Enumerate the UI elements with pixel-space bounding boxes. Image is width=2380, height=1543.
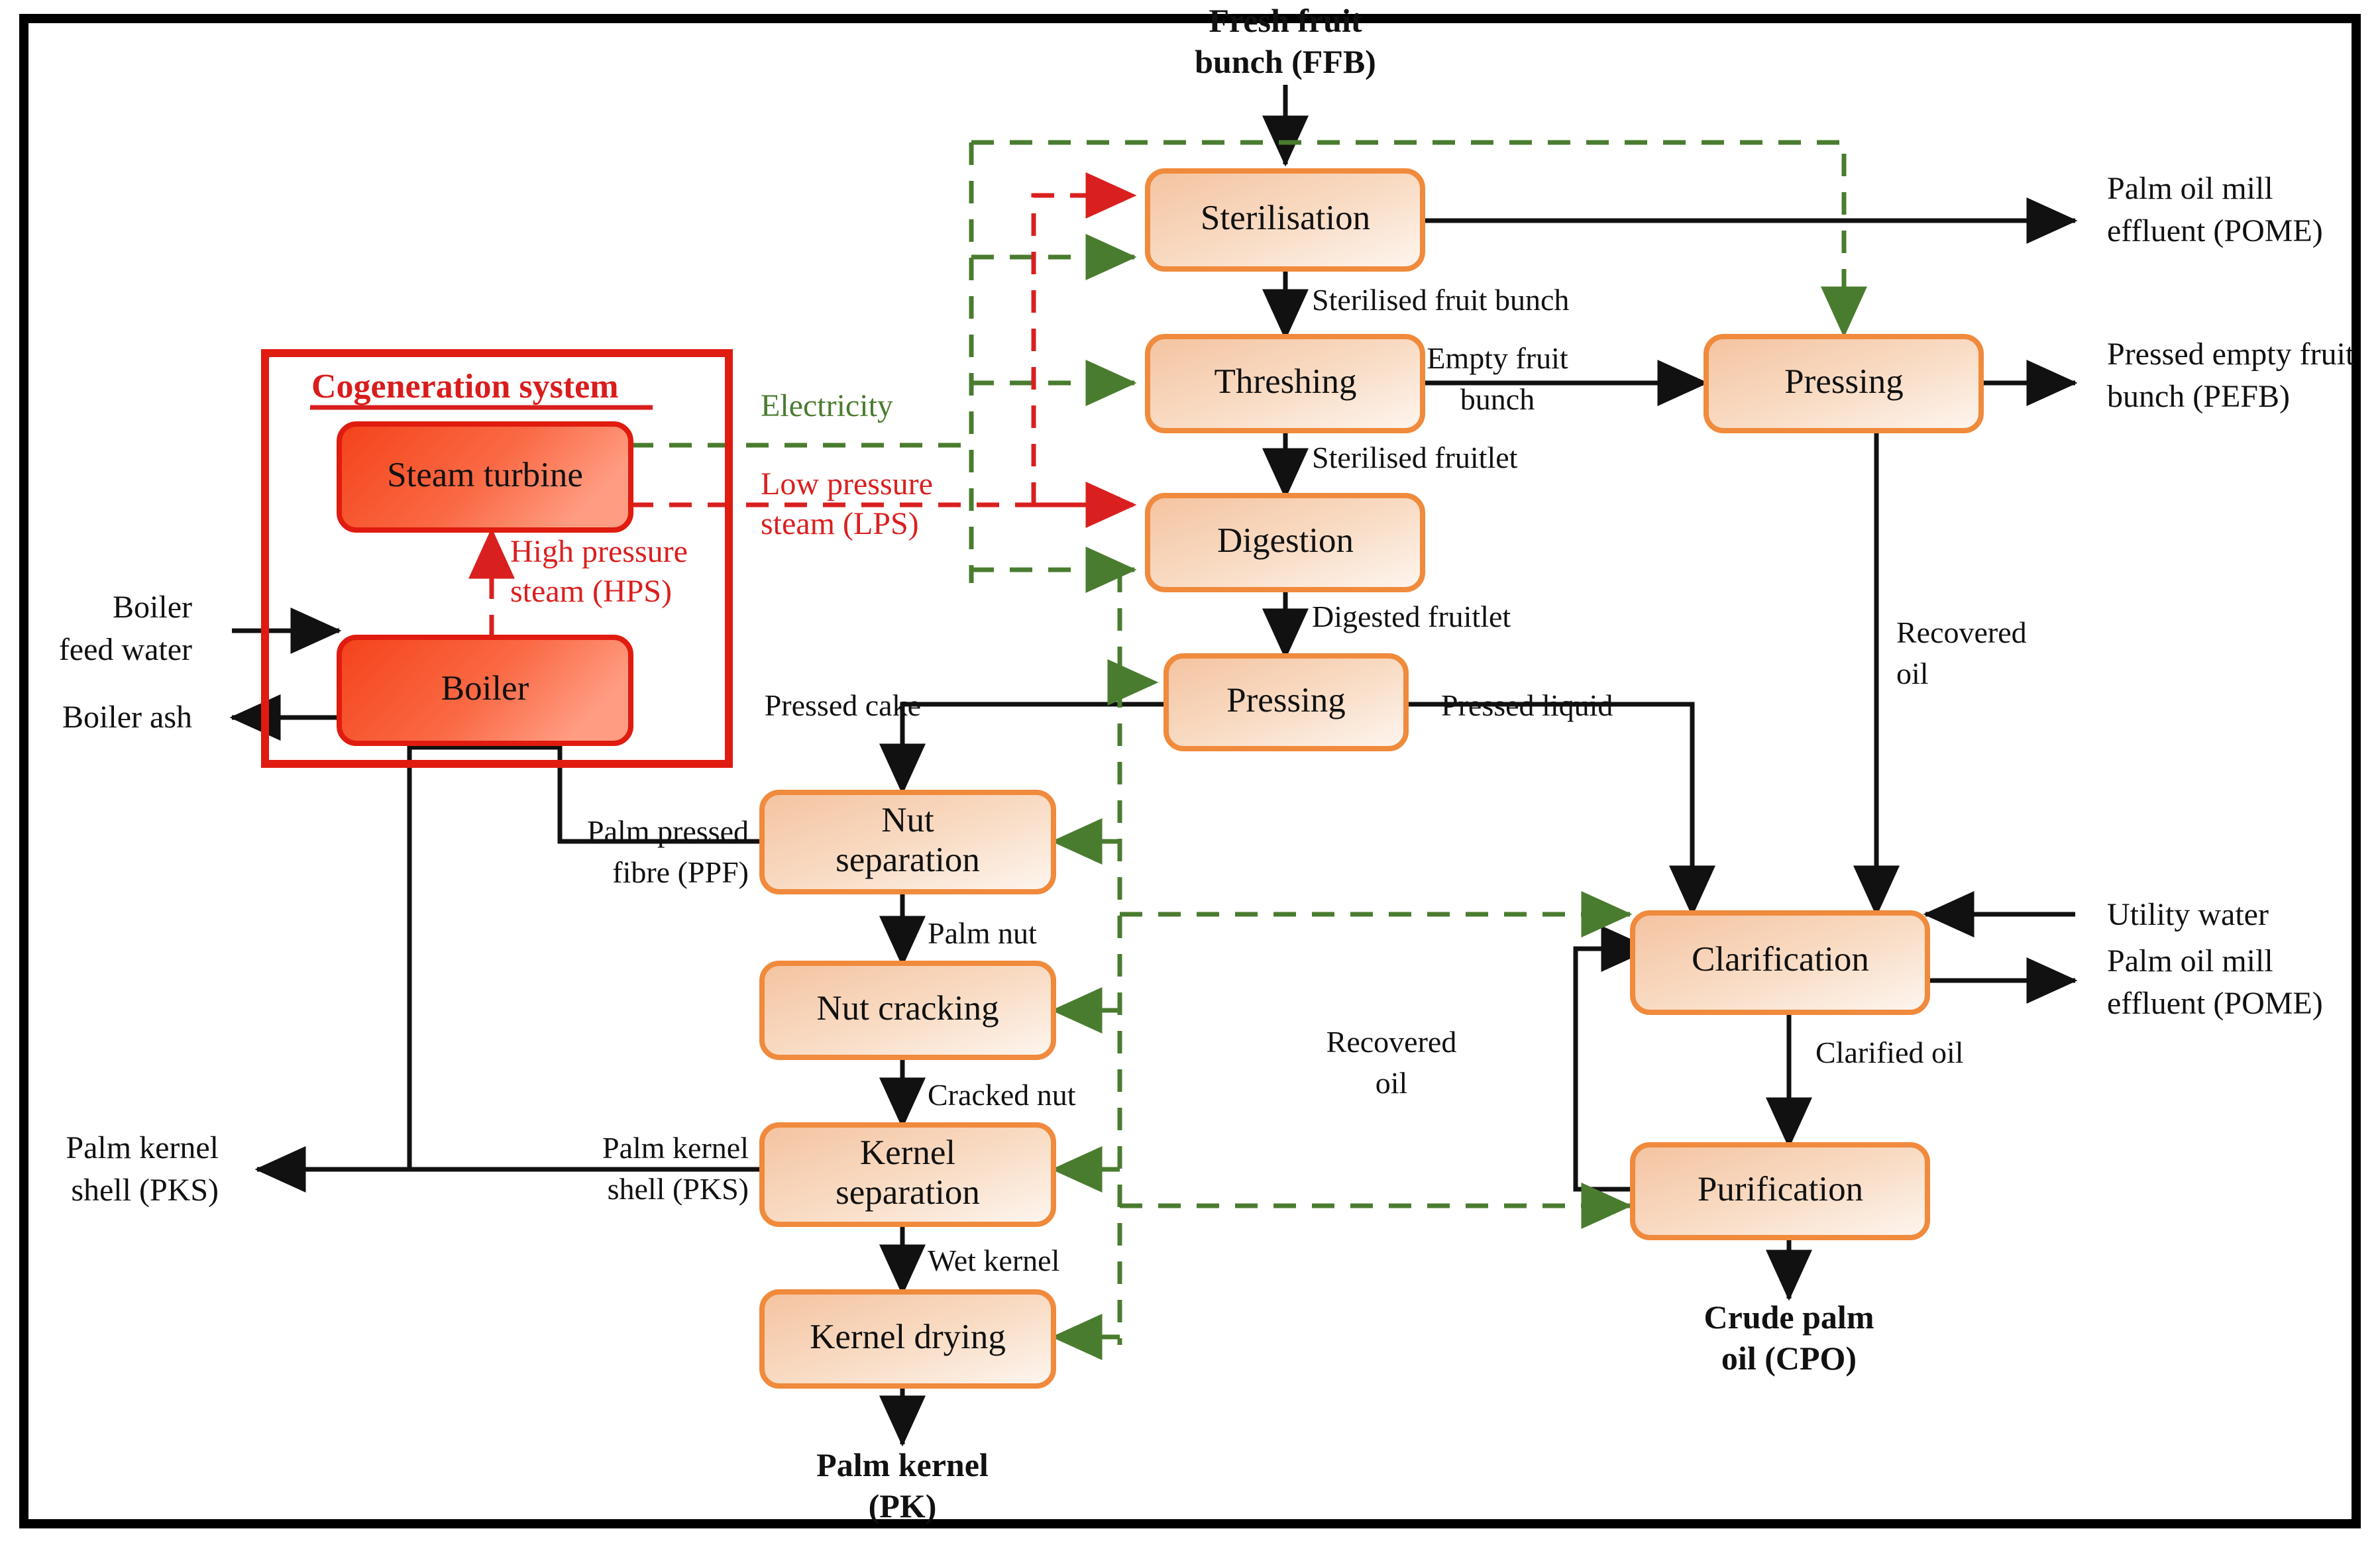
pressing-main-label: Pressing bbox=[1226, 681, 1346, 719]
threshing-box[interactable]: Threshing bbox=[1145, 334, 1425, 433]
nut-cracking-box[interactable]: Nut cracking bbox=[759, 961, 1056, 1060]
pressing-main-box[interactable]: Pressing bbox=[1163, 653, 1409, 751]
input-ffb-line1: Fresh fruit bbox=[1209, 2, 1362, 39]
stream-ppf-line1: Palm pressed bbox=[587, 814, 749, 848]
stream-pressed-cake: Pressed cake bbox=[765, 688, 921, 722]
boiler-label: Boiler bbox=[441, 669, 529, 708]
stream-empty-fruit-bunch-line1: Empty fruit bbox=[1427, 341, 1568, 375]
nut-separation-label-line1: Nut bbox=[881, 801, 934, 839]
stream-ppf-line2: fibre (PPF) bbox=[612, 855, 749, 889]
digestion-box[interactable]: Digestion bbox=[1145, 493, 1425, 592]
threshing-label: Threshing bbox=[1215, 362, 1357, 401]
kernel-separation-label-line2: separation bbox=[836, 1173, 980, 1212]
diagram-canvas: Cogeneration system Steam turbine Boiler… bbox=[0, 0, 2380, 1543]
stream-recovered-oil-top-line1: Recovered bbox=[1896, 615, 2027, 649]
steam-turbine-box[interactable]: Steam turbine bbox=[337, 421, 633, 533]
output-pome-top-line1: Palm oil mill bbox=[2107, 171, 2273, 206]
nut-separation-label-line2: separation bbox=[836, 841, 980, 879]
output-pefb-line2: bunch (PEFB) bbox=[2107, 379, 2290, 414]
sterilisation-box[interactable]: Sterilisation bbox=[1145, 168, 1425, 272]
kernel-separation-label-line1: Kernel bbox=[860, 1134, 955, 1172]
hps-label-line1: High pressure bbox=[510, 534, 688, 569]
stream-pks-label-line1: Palm kernel bbox=[602, 1131, 749, 1165]
output-pome-bottom-line2: effluent (POME) bbox=[2107, 986, 2323, 1021]
steam-turbine-label: Steam turbine bbox=[387, 456, 583, 494]
stream-sterilised-fruit-bunch: Sterilised fruit bunch bbox=[1312, 283, 1569, 317]
pressing-efb-label: Pressing bbox=[1784, 362, 1904, 401]
input-utility-water: Utility water bbox=[2107, 897, 2269, 932]
hps-label-line2: steam (HPS) bbox=[510, 574, 672, 609]
stream-recovered-oil-top-line2: oil bbox=[1896, 657, 1929, 690]
output-pome-bottom-line1: Palm oil mill bbox=[2107, 943, 2273, 979]
digestion-label: Digestion bbox=[1217, 521, 1354, 560]
stream-empty-fruit-bunch-line2: bunch bbox=[1460, 382, 1535, 416]
lps-label-line1: Low pressure bbox=[761, 466, 933, 502]
electricity-label: Electricity bbox=[761, 388, 893, 423]
clarification-label: Clarification bbox=[1692, 940, 1869, 979]
input-boiler-feed-water-line2: feed water bbox=[59, 632, 192, 667]
stream-clarified-oil: Clarified oil bbox=[1815, 1036, 1964, 1069]
output-pk-line2: (PK) bbox=[869, 1487, 937, 1524]
purification-box[interactable]: Purification bbox=[1630, 1142, 1930, 1240]
stream-digested-fruitlet: Digested fruitlet bbox=[1312, 600, 1511, 633]
output-pefb-line1: Pressed empty fruit bbox=[2107, 337, 2355, 372]
kernel-drying-box[interactable]: Kernel drying bbox=[759, 1289, 1056, 1389]
cogeneration-title: Cogeneration system bbox=[311, 368, 619, 405]
pressing-efb-box[interactable]: Pressing bbox=[1704, 334, 1984, 433]
input-boiler-feed-water-line1: Boiler bbox=[113, 590, 192, 625]
nut-cracking-label: Nut cracking bbox=[816, 989, 999, 1028]
nut-separation-box[interactable]: Nut separation bbox=[759, 790, 1056, 894]
output-pk-line1: Palm kernel bbox=[816, 1446, 989, 1483]
clarification-box[interactable]: Clarification bbox=[1630, 910, 1930, 1015]
sterilisation-label: Sterilisation bbox=[1201, 199, 1370, 237]
lps-label-line2: steam (LPS) bbox=[761, 506, 919, 541]
output-pome-top-line2: effluent (POME) bbox=[2107, 213, 2323, 248]
kernel-drying-label: Kernel drying bbox=[810, 1318, 1006, 1356]
stream-cracked-nut: Cracked nut bbox=[928, 1078, 1076, 1112]
output-cpo-line1: Crude palm bbox=[1704, 1299, 1874, 1336]
output-boiler-ash: Boiler ash bbox=[62, 700, 192, 735]
output-pks-line1: Palm kernel bbox=[66, 1130, 219, 1165]
stream-recovered-oil-mid-line1: Recovered bbox=[1326, 1025, 1457, 1059]
purification-label: Purification bbox=[1698, 1170, 1863, 1208]
boiler-box[interactable]: Boiler bbox=[337, 635, 633, 746]
stream-sterilised-fruitlet: Sterilised fruitlet bbox=[1312, 441, 1518, 474]
stream-pressed-liquid: Pressed liquid bbox=[1441, 688, 1613, 722]
kernel-separation-box[interactable]: Kernel separation bbox=[759, 1122, 1056, 1227]
stream-pks-label-line2: shell (PKS) bbox=[608, 1172, 749, 1206]
input-ffb-line2: bunch (FFB) bbox=[1195, 43, 1376, 80]
output-pks-line2: shell (PKS) bbox=[71, 1173, 219, 1208]
stream-palm-nut: Palm nut bbox=[928, 916, 1037, 950]
stream-wet-kernel: Wet kernel bbox=[928, 1244, 1059, 1277]
stream-recovered-oil-mid-line2: oil bbox=[1376, 1066, 1408, 1100]
output-cpo-line2: oil (CPO) bbox=[1721, 1340, 1857, 1377]
